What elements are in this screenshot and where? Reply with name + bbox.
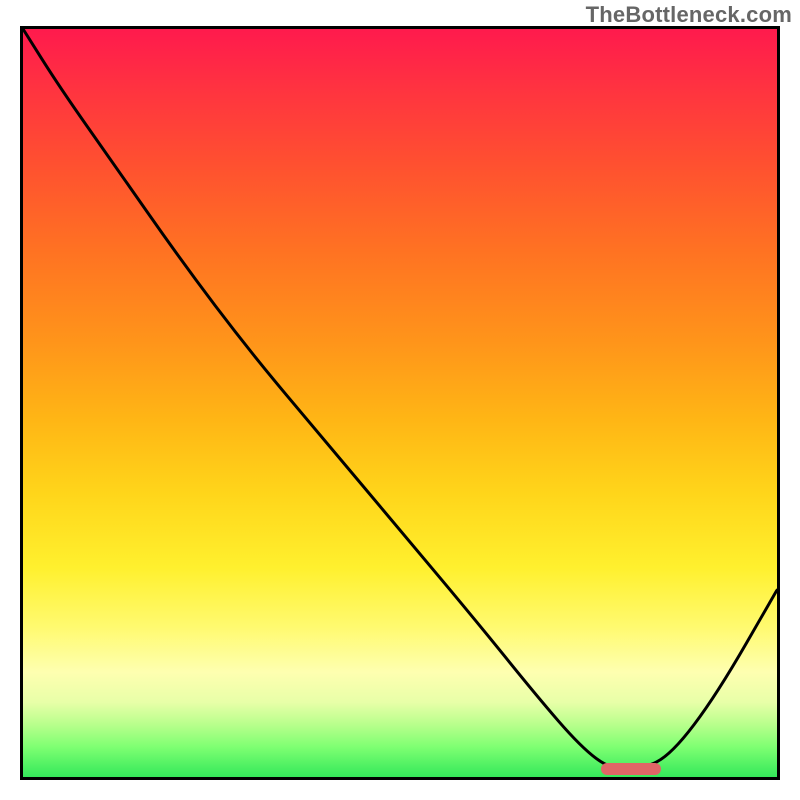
- optimal-range-marker: [601, 763, 662, 775]
- bottleneck-curve: [23, 29, 777, 777]
- watermark-text: TheBottleneck.com: [586, 2, 792, 28]
- plot-area: [20, 26, 780, 780]
- chart-stage: TheBottleneck.com: [0, 0, 800, 800]
